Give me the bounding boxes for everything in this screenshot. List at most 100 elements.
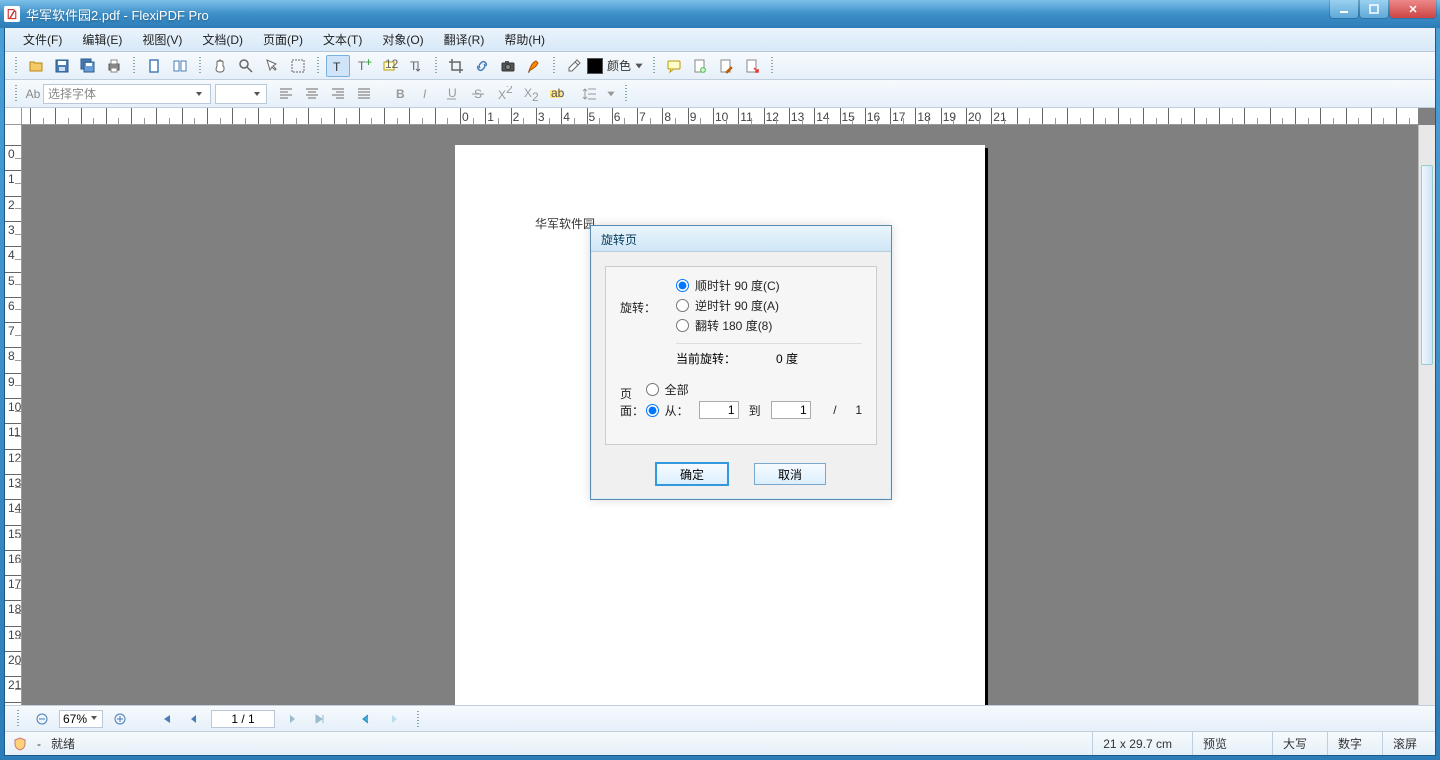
- prev-page-button[interactable]: [183, 709, 205, 729]
- maximize-button[interactable]: [1360, 0, 1388, 18]
- highlight-button[interactable]: ab: [544, 83, 568, 105]
- italic-button[interactable]: I: [414, 83, 438, 105]
- menu-view[interactable]: 视图(V): [132, 28, 192, 51]
- toolbar-grip[interactable]: [651, 55, 657, 77]
- radio-flip-180[interactable]: 翻转 180 度(8): [676, 317, 862, 334]
- open-button[interactable]: [24, 55, 48, 77]
- underline-button[interactable]: U: [440, 83, 464, 105]
- menu-translate[interactable]: 翻译(R): [434, 28, 495, 51]
- zoom-in-button[interactable]: [109, 709, 131, 729]
- hand-tool-button[interactable]: [208, 55, 232, 77]
- align-center-button[interactable]: [300, 83, 324, 105]
- label-tool-button[interactable]: 123: [378, 55, 402, 77]
- toolbar-grip[interactable]: [15, 708, 21, 730]
- toolbar-grip[interactable]: [131, 55, 137, 77]
- menu-text[interactable]: 文本(T): [313, 28, 372, 51]
- close-button[interactable]: [1390, 0, 1436, 18]
- toolbar-grip[interactable]: [433, 55, 439, 77]
- superscript-button[interactable]: X2: [492, 83, 516, 105]
- snapshot-tool-button[interactable]: [496, 55, 520, 77]
- align-justify-button[interactable]: [352, 83, 376, 105]
- radio-page-range-input[interactable]: [646, 404, 659, 417]
- zoom-out-button[interactable]: [31, 709, 53, 729]
- edit-page-tool-button[interactable]: [714, 55, 738, 77]
- page-to-input[interactable]: [771, 401, 811, 419]
- menu-document[interactable]: 文档(D): [192, 28, 253, 51]
- zoom-input[interactable]: 67%: [59, 710, 103, 728]
- menu-edit[interactable]: 编辑(E): [72, 28, 132, 51]
- radio-cw-90[interactable]: 顺时针 90 度(C): [676, 277, 862, 294]
- comment-tool-button[interactable]: [662, 55, 686, 77]
- status-preview[interactable]: 预览: [1192, 732, 1262, 755]
- canvas-area[interactable]: 华军软件园 旋转页 旋转： 顺时针 90 度(C) 逆时针 90 度(A) 翻转…: [22, 125, 1418, 705]
- export-page-tool-button[interactable]: [740, 55, 764, 77]
- font-prefix-label: Ab: [23, 87, 43, 101]
- radio-all-pages-input[interactable]: [646, 383, 659, 396]
- radio-ccw-90-input[interactable]: [676, 299, 689, 312]
- nav-back-button[interactable]: [355, 709, 377, 729]
- ok-button[interactable]: 确定: [656, 463, 728, 485]
- align-right-button[interactable]: [326, 83, 350, 105]
- eyedropper-tool-button[interactable]: [562, 55, 586, 77]
- first-page-button[interactable]: [155, 709, 177, 729]
- print-button[interactable]: [102, 55, 126, 77]
- redact-tool-button[interactable]: [522, 55, 546, 77]
- minimize-button[interactable]: [1330, 0, 1358, 18]
- toolbar-grip[interactable]: [315, 55, 321, 77]
- radio-all-pages[interactable]: 全部: [646, 381, 862, 398]
- save-button[interactable]: [50, 55, 74, 77]
- page-number-input[interactable]: 1 / 1: [211, 710, 275, 728]
- font-size-select[interactable]: [215, 84, 267, 104]
- subscript-button[interactable]: X2: [518, 83, 542, 105]
- zoom-tool-button[interactable]: [234, 55, 258, 77]
- last-page-button[interactable]: [309, 709, 331, 729]
- rotate-page-dialog: 旋转页 旋转： 顺时针 90 度(C) 逆时针 90 度(A) 翻转 180 度…: [590, 225, 892, 500]
- line-spacing-button[interactable]: [578, 83, 602, 105]
- cancel-button[interactable]: 取消: [754, 463, 826, 485]
- text-plus-tool-button[interactable]: T+: [352, 55, 376, 77]
- menu-page[interactable]: 页面(P): [253, 28, 313, 51]
- toolbar-grip[interactable]: [13, 55, 19, 77]
- save-all-button[interactable]: [76, 55, 100, 77]
- color-dropdown-button[interactable]: [632, 55, 646, 77]
- two-page-button[interactable]: [168, 55, 192, 77]
- menu-help[interactable]: 帮助(H): [494, 28, 555, 51]
- vertical-scrollbar[interactable]: [1418, 125, 1435, 705]
- current-rotation-label: 当前旋转：: [676, 350, 736, 367]
- text-link-tool-button[interactable]: T: [404, 55, 428, 77]
- radio-ccw-90[interactable]: 逆时针 90 度(A): [676, 297, 862, 314]
- link-tool-button[interactable]: [470, 55, 494, 77]
- line-spacing-dropdown[interactable]: [604, 83, 618, 105]
- chevron-down-icon: [252, 88, 264, 100]
- page-from-input[interactable]: [699, 401, 739, 419]
- radio-page-range[interactable]: 从： 到 / 1: [646, 401, 862, 419]
- bold-button[interactable]: B: [388, 83, 412, 105]
- svg-text:I: I: [423, 87, 427, 101]
- select-tool-button[interactable]: [286, 55, 310, 77]
- toolbar-grip[interactable]: [13, 83, 19, 105]
- toolbar-grip[interactable]: [415, 709, 421, 729]
- text-tool-button[interactable]: T: [326, 55, 350, 77]
- new-page-tool-button[interactable]: [688, 55, 712, 77]
- dialog-title[interactable]: 旋转页: [591, 226, 891, 252]
- nav-forward-button[interactable]: [383, 709, 405, 729]
- radio-cw-90-input[interactable]: [676, 279, 689, 292]
- toolbar-grip[interactable]: [197, 55, 203, 77]
- color-swatch[interactable]: [587, 58, 603, 74]
- align-left-button[interactable]: [274, 83, 298, 105]
- toolbar-grip[interactable]: [551, 55, 557, 77]
- pointer-tool-button[interactable]: [260, 55, 284, 77]
- crop-tool-button[interactable]: [444, 55, 468, 77]
- strikethrough-button[interactable]: S: [466, 83, 490, 105]
- next-page-button[interactable]: [281, 709, 303, 729]
- toolbar-grip[interactable]: [769, 55, 775, 77]
- menu-file[interactable]: 文件(F): [13, 28, 72, 51]
- single-page-button[interactable]: [142, 55, 166, 77]
- radio-flip-180-input[interactable]: [676, 319, 689, 332]
- font-select[interactable]: 选择字体: [43, 84, 211, 104]
- page-slash: /: [833, 403, 836, 417]
- menu-object[interactable]: 对象(O): [372, 28, 433, 51]
- svg-text:X: X: [498, 88, 506, 102]
- toolbar-grip[interactable]: [623, 83, 629, 105]
- scrollbar-thumb[interactable]: [1421, 165, 1433, 365]
